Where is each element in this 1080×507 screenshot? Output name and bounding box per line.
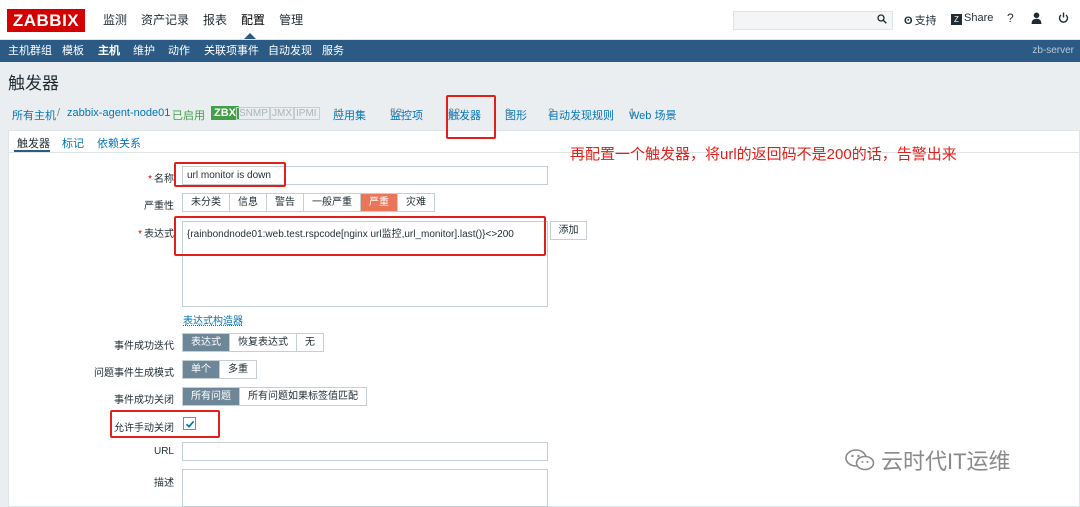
problem-mode-label: 问题事件生成模式: [94, 368, 174, 379]
ok-event-recovery-expression[interactable]: 恢复表达式: [230, 334, 297, 351]
breadcrumb-host[interactable]: zabbix-agent-node01: [67, 107, 170, 119]
server-name: zb-server: [1032, 45, 1074, 56]
share-link[interactable]: Z Share: [951, 12, 993, 25]
expression-label: * 表达式: [138, 229, 174, 240]
severity-label: 严重性: [144, 201, 174, 212]
breadcrumb-separator: /: [57, 107, 61, 119]
menu-administration[interactable]: 管理: [272, 0, 310, 40]
highlight-manual-close: [110, 410, 220, 438]
user-icon[interactable]: [1031, 12, 1042, 27]
description-textarea[interactable]: [182, 469, 548, 507]
problem-mode-single[interactable]: 单个: [183, 361, 220, 378]
subnav-templates[interactable]: 模板: [62, 40, 84, 62]
severity-selector: 未分类 信息 警告 一般严重 严重 灾难: [182, 193, 435, 212]
ok-close-label: 事件成功关闭: [114, 395, 174, 406]
subnav-correlation[interactable]: 关联项事件: [204, 40, 259, 62]
top-header: ZABBIX 监测 资产记录 报表 配置 管理 ʘ 支持 Z Share ?: [0, 0, 1080, 40]
subnav-actions[interactable]: 动作: [168, 40, 190, 62]
severity-information[interactable]: 信息: [230, 194, 267, 211]
page-title: 触发器: [8, 74, 59, 93]
severity-disaster[interactable]: 灾难: [398, 194, 434, 211]
menu-monitoring[interactable]: 监测: [96, 0, 134, 40]
highlight-triggers-tab: [446, 95, 496, 139]
menu-reports[interactable]: 报表: [196, 0, 234, 40]
ok-close-all-problems[interactable]: 所有问题: [183, 388, 240, 405]
active-tab-indicator: [14, 150, 50, 152]
share-icon: Z: [951, 14, 962, 25]
watermark-text: 云时代IT运维: [881, 449, 1011, 474]
breadcrumb-all-hosts[interactable]: 所有主机: [12, 107, 56, 123]
url-label: URL: [153, 446, 174, 457]
support-link[interactable]: ʘ 支持: [904, 12, 937, 28]
expression-builder-link[interactable]: 表达式构造器: [183, 312, 243, 327]
severity-not-classified[interactable]: 未分类: [183, 194, 230, 211]
severity-warning[interactable]: 警告: [267, 194, 304, 211]
zabbix-logo[interactable]: ZABBIX: [7, 9, 85, 32]
subnav-services[interactable]: 服务: [322, 40, 344, 62]
search-input[interactable]: [733, 11, 893, 30]
highlight-expression-field: [174, 216, 546, 256]
ok-event-expression[interactable]: 表达式: [183, 334, 230, 351]
description-label: 描述: [154, 478, 174, 489]
subnav-discovery[interactable]: 自动发现: [268, 40, 312, 62]
name-label: * 名称: [148, 174, 174, 185]
support-icon: ʘ: [904, 15, 913, 27]
highlight-name-field: [174, 162, 286, 187]
power-icon[interactable]: [1058, 12, 1069, 27]
jmx-availability-badge: JMX: [269, 107, 295, 120]
severity-average[interactable]: 一般严重: [304, 194, 361, 211]
host-status[interactable]: 已启用: [172, 107, 205, 123]
sub-navigation: 主机群组 模板 主机 维护 动作 关联项事件 自动发现 服务 zb-server: [0, 40, 1080, 62]
problem-mode-multiple[interactable]: 多重: [220, 361, 256, 378]
tab-dependencies[interactable]: 依赖关系: [97, 135, 141, 151]
subnav-maintenance[interactable]: 维护: [133, 40, 155, 62]
ipmi-availability-badge: IPMI: [293, 107, 320, 120]
ok-event-none[interactable]: 无: [297, 334, 323, 351]
ok-close-tag-match[interactable]: 所有问题如果标签值匹配: [240, 388, 366, 405]
severity-high[interactable]: 严重: [361, 194, 398, 211]
main-menu: 监测 资产记录 报表 配置 管理: [96, 0, 310, 40]
subnav-host-groups[interactable]: 主机群组: [8, 40, 52, 62]
search-icon[interactable]: [877, 14, 887, 27]
add-expression-button[interactable]: 添加: [550, 221, 587, 240]
ok-close-selector: 所有问题 所有问题如果标签值匹配: [182, 387, 367, 406]
ok-event-label: 事件成功迭代: [114, 341, 174, 352]
subnav-hosts[interactable]: 主机: [98, 40, 120, 62]
wechat-icon: [845, 449, 875, 471]
annotation-note: 再配置一个触发器，将url的返回码不是200的话，告警出来: [570, 146, 957, 163]
help-icon[interactable]: ?: [1007, 11, 1014, 25]
snmp-availability-badge: SNMP: [236, 107, 271, 120]
watermark: 云时代IT运维: [845, 444, 1011, 476]
tab-tags[interactable]: 标记: [62, 135, 84, 151]
active-menu-indicator: [244, 33, 256, 39]
problem-mode-selector: 单个 多重: [182, 360, 257, 379]
ok-event-selector: 表达式 恢复表达式 无: [182, 333, 324, 352]
tab-trigger[interactable]: 触发器: [17, 135, 50, 151]
url-input[interactable]: [182, 442, 548, 461]
menu-inventory[interactable]: 资产记录: [134, 0, 196, 40]
zbx-availability-badge: ZBX: [211, 106, 239, 120]
